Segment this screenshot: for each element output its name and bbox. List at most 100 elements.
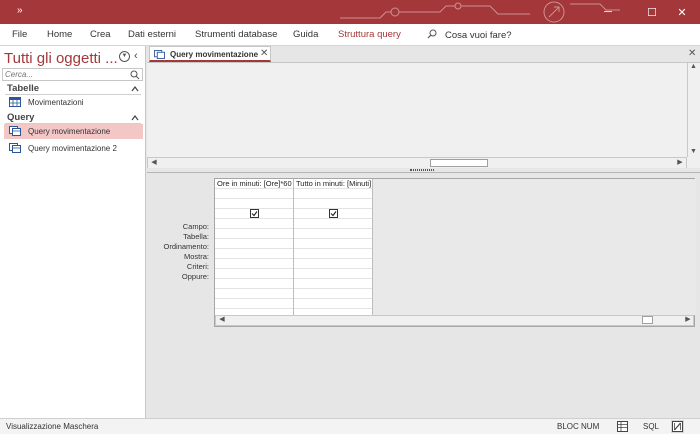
tab-strumenti-database[interactable]: Strumenti database [195,29,277,40]
empty-cell[interactable] [215,299,293,309]
grid-empty-area [373,179,696,315]
empty-cell[interactable] [294,259,372,269]
sql-view-button[interactable]: SQL [643,422,659,431]
empty-cell[interactable] [294,279,372,289]
tell-me-box[interactable]: Cosa vuoi fare? [427,29,512,41]
datasheet-view-icon[interactable] [616,420,629,433]
status-text: Visualizzazione Maschera [6,422,99,431]
nav-item-query-movimentazione[interactable]: Query movimentazione [4,124,143,139]
splitter-grip[interactable] [410,169,434,171]
table-cell[interactable] [294,189,372,199]
or-cell[interactable] [294,229,372,239]
scroll-thumb[interactable] [430,159,488,167]
empty-cell[interactable] [294,289,372,299]
search-icon [427,29,437,39]
empty-cell[interactable] [294,239,372,249]
query-icon [9,126,21,136]
table-pane[interactable]: ▲ ▼ ◀ ▶ [147,62,700,169]
row-label-oppure: Oppure: [181,272,209,281]
sort-cell[interactable] [215,199,293,209]
close-document-icon[interactable]: ✕ [688,48,696,59]
nav-group-tabelle[interactable]: Tabelle [7,83,39,94]
query-design-window: Query movimentazione ✕ ✕ ▲ ▼ ◀ ▶ Campo: … [147,46,700,418]
tab-struttura-query[interactable]: Struttura query [338,29,401,40]
scroll-up-icon[interactable]: ▲ [690,63,697,70]
scroll-left-icon[interactable]: ◀ [149,159,159,167]
close-button[interactable]: ✕ [662,0,700,24]
scroll-down-icon[interactable]: ▼ [690,148,697,155]
row-label-campo: Campo: [182,222,209,231]
scroll-thumb[interactable] [642,316,653,324]
table-icon [9,97,21,107]
or-cell[interactable] [215,229,293,239]
tab-guida[interactable]: Guida [293,29,318,40]
empty-cell[interactable] [215,279,293,289]
minimize-button[interactable]: ─ [588,0,628,24]
tab-file[interactable]: File [12,29,27,40]
chevron-up-icon[interactable] [131,86,139,92]
tab-close-icon[interactable]: ✕ [260,48,268,59]
row-label-criteri: Criteri: [186,262,209,271]
ribbon-tabs: File Home Crea Dati esterni Strumenti da… [0,24,700,46]
grid-column-2[interactable]: Tutto in minuti: [Minuti] [294,179,373,315]
nav-pane-title[interactable]: Tutti gli oggetti ... [4,50,118,67]
nav-group-query[interactable]: Query [7,112,34,123]
scroll-right-icon[interactable]: ▶ [675,159,685,167]
design-grid: Ore in minuti: [Ore]*60 Tutto in minuti:… [214,178,696,327]
nav-item-label: Movimentazioni [28,98,84,107]
empty-cell[interactable] [215,269,293,279]
empty-cell[interactable] [215,239,293,249]
design-view-icon[interactable] [671,420,684,433]
nav-search-input[interactable] [5,69,125,80]
empty-cell[interactable] [294,299,372,309]
document-tab[interactable]: Query movimentazione ✕ [149,46,271,62]
tell-me-text: Cosa vuoi fare? [445,30,512,41]
field-cell[interactable]: Tutto in minuti: [Minuti] [294,179,372,189]
vertical-scrollbar[interactable]: ▲ ▼ [687,63,700,157]
num-lock-indicator: BLOC NUM [557,422,600,431]
row-label-tabella: Tabella: [183,232,209,241]
empty-cell[interactable] [215,259,293,269]
document-tab-label: Query movimentazione [170,50,259,59]
chevron-up-icon[interactable] [131,115,139,121]
quick-access-toolbar-chevron[interactable]: » [17,5,23,16]
grid-column-1[interactable]: Ore in minuti: [Ore]*60 [215,179,294,315]
status-bar: Visualizzazione Maschera BLOC NUM SQL [0,418,700,434]
show-checkbox[interactable] [329,209,338,218]
title-bar: » ─ ☐ ✕ [0,0,700,24]
nav-item-query-movimentazione-2[interactable]: Query movimentazione 2 [4,141,143,156]
checkmark-icon [251,211,258,217]
nav-menu-dropdown-icon[interactable]: ▼ [119,51,130,62]
criteria-cell[interactable] [215,219,293,229]
table-cell[interactable] [215,189,293,199]
row-label-mostra: Mostra: [183,252,209,261]
nav-item-label: Query movimentazione [28,127,111,136]
nav-search-box[interactable] [2,68,143,81]
circuit-decoration-pattern [340,1,620,23]
row-label-ordinamento: Ordinamento: [163,242,209,251]
sort-cell[interactable] [294,199,372,209]
field-cell[interactable]: Ore in minuti: [Ore]*60 [215,179,293,189]
nav-item-movimentazioni[interactable]: Movimentazioni [4,95,143,110]
query-icon [154,50,165,59]
tab-dati-esterni[interactable]: Dati esterni [128,29,176,40]
shutter-bar-close-icon[interactable]: ‹ [134,50,138,62]
tab-home[interactable]: Home [47,29,72,40]
empty-cell[interactable] [215,289,293,299]
show-checkbox[interactable] [250,209,259,218]
scroll-left-icon[interactable]: ◀ [217,316,227,324]
show-cell [215,209,293,219]
nav-item-label: Query movimentazione 2 [28,144,117,153]
empty-cell[interactable] [215,249,293,259]
empty-cell[interactable] [294,269,372,279]
tab-crea[interactable]: Crea [90,29,111,40]
grid-horizontal-scrollbar[interactable]: ◀ ▶ [215,315,694,326]
query-icon [9,143,21,153]
search-icon [130,70,140,80]
empty-cell[interactable] [294,249,372,259]
show-cell [294,209,372,219]
checkmark-icon [330,211,337,217]
scroll-right-icon[interactable]: ▶ [683,316,693,324]
criteria-cell[interactable] [294,219,372,229]
pane-splitter[interactable] [147,168,700,173]
